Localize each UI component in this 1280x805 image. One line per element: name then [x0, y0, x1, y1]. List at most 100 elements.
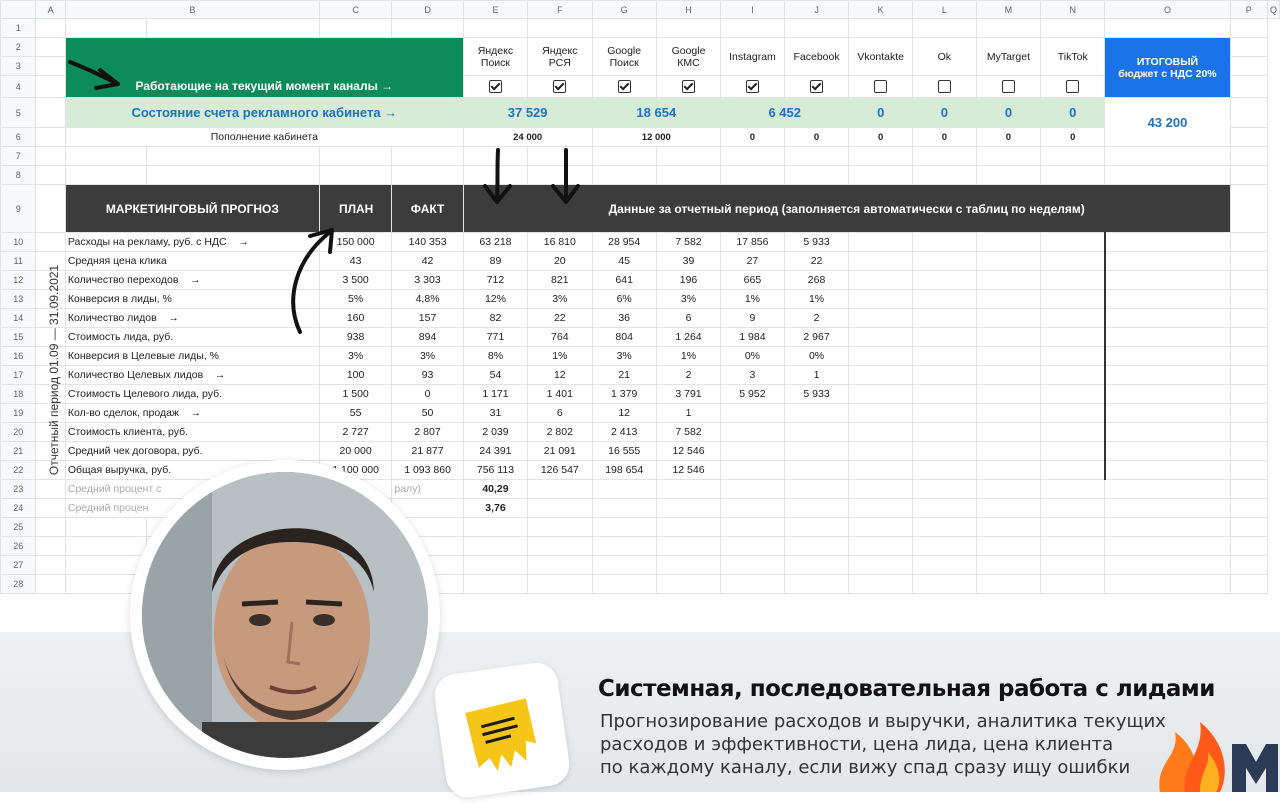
- sheet-cell[interactable]: [720, 498, 785, 518]
- channel-value[interactable]: 17 856: [720, 232, 785, 252]
- plan-value[interactable]: 3 500: [318, 270, 393, 290]
- topup-value[interactable]: 24 000: [462, 127, 593, 147]
- sheet-cell[interactable]: [912, 327, 977, 347]
- channel-value[interactable]: 1 984: [720, 327, 785, 347]
- sheet-cell[interactable]: [975, 165, 1042, 185]
- sheet-cell[interactable]: [146, 146, 320, 166]
- sheet-cell[interactable]: [912, 574, 977, 594]
- channel-value[interactable]: 2 413: [591, 422, 657, 442]
- row-header[interactable]: 13: [0, 289, 37, 309]
- sheet-cell[interactable]: [35, 165, 66, 185]
- row-header[interactable]: 3: [0, 56, 37, 76]
- sheet-cell[interactable]: [975, 289, 1042, 309]
- sheet-cell[interactable]: [64, 146, 148, 166]
- channel-value[interactable]: 12 546: [655, 460, 722, 480]
- channel-value[interactable]: 27: [720, 251, 785, 271]
- sheet-cell[interactable]: [975, 479, 1042, 499]
- channel-value[interactable]: 3 791: [655, 384, 722, 404]
- total-budget-label[interactable]: ИТОГОВЫЙ бюджет с НДС 20%: [1104, 37, 1231, 98]
- channel-value[interactable]: 3%: [527, 289, 593, 309]
- sheet-cell[interactable]: [655, 555, 722, 575]
- row-header[interactable]: 27: [0, 555, 37, 575]
- column-header[interactable]: L: [912, 0, 977, 19]
- topup-value[interactable]: 0: [848, 127, 913, 147]
- sheet-cell[interactable]: [912, 479, 977, 499]
- sheet-cell[interactable]: [591, 574, 657, 594]
- sheet-cell[interactable]: [1040, 422, 1106, 442]
- channel-checkbox[interactable]: [462, 75, 529, 98]
- channel-value[interactable]: 2 802: [527, 422, 593, 442]
- channel-value[interactable]: 804: [591, 327, 657, 347]
- channel-value[interactable]: 0%: [783, 346, 850, 366]
- sheet-cell[interactable]: [1229, 146, 1268, 166]
- sheet-cell[interactable]: [64, 18, 148, 38]
- metric-label[interactable]: Количество Целевых лидов →: [64, 365, 320, 385]
- sheet-cell[interactable]: [848, 251, 913, 271]
- sheet-cell[interactable]: [35, 184, 66, 233]
- sheet-cell[interactable]: [1229, 555, 1268, 575]
- channel-value[interactable]: 63 218: [462, 232, 529, 252]
- sheet-cell[interactable]: [848, 308, 913, 328]
- checkbox-icon[interactable]: [553, 80, 567, 93]
- sheet-cell[interactable]: [35, 536, 66, 556]
- channel-value[interactable]: 771: [462, 327, 529, 347]
- sheet-cell[interactable]: [1040, 232, 1106, 252]
- sheet-cell[interactable]: [720, 18, 785, 38]
- channel-name[interactable]: Яндекс РСЯ: [527, 37, 593, 76]
- plan-value[interactable]: 2 727: [318, 422, 393, 442]
- sheet-cell[interactable]: [1229, 422, 1268, 442]
- topup-value[interactable]: 12 000: [591, 127, 722, 147]
- channel-name[interactable]: Google Поиск: [591, 37, 657, 76]
- sheet-cell[interactable]: [35, 574, 66, 594]
- sheet-cell[interactable]: [848, 441, 913, 461]
- sheet-cell[interactable]: [462, 555, 529, 575]
- sheet-cell[interactable]: [720, 517, 785, 537]
- channel-value[interactable]: 22: [527, 308, 593, 328]
- sheet-cell[interactable]: [1229, 37, 1268, 57]
- plan-value[interactable]: 5%: [318, 289, 393, 309]
- sheet-cell[interactable]: [720, 555, 785, 575]
- topup-value[interactable]: 0: [783, 127, 850, 147]
- sheet-cell[interactable]: [912, 18, 977, 38]
- sheet-cell[interactable]: [1229, 232, 1268, 252]
- column-header[interactable]: N: [1040, 0, 1106, 19]
- sheet-cell[interactable]: [1040, 460, 1106, 480]
- sheet-cell[interactable]: [591, 146, 657, 166]
- sheet-cell[interactable]: [655, 146, 722, 166]
- channel-value[interactable]: 3%: [591, 346, 657, 366]
- sheet-cell[interactable]: [912, 403, 977, 423]
- sheet-cell[interactable]: [1104, 536, 1231, 556]
- channel-value[interactable]: 31: [462, 403, 529, 423]
- sheet-cell[interactable]: [591, 536, 657, 556]
- topup-label[interactable]: Пополнение кабинета: [64, 127, 464, 147]
- channel-value[interactable]: 3: [720, 365, 785, 385]
- row-header[interactable]: 14: [0, 308, 37, 328]
- sheet-cell[interactable]: [655, 536, 722, 556]
- sheet-cell[interactable]: [1104, 165, 1231, 185]
- channel-value[interactable]: 2: [655, 365, 722, 385]
- sheet-cell[interactable]: [1040, 441, 1106, 461]
- sheet-cell[interactable]: [1229, 127, 1268, 147]
- account-value[interactable]: 18 654: [591, 97, 722, 128]
- metric-label[interactable]: Кол-во сделок, продаж →: [64, 403, 320, 423]
- account-value[interactable]: 0: [975, 97, 1042, 128]
- sheet-cell[interactable]: [527, 146, 593, 166]
- plan-value[interactable]: 938: [318, 327, 393, 347]
- fact-value[interactable]: 157: [391, 308, 464, 328]
- sheet-cell[interactable]: [391, 18, 464, 38]
- sheet-cell[interactable]: [975, 403, 1042, 423]
- metric-label[interactable]: Количество переходов →: [64, 270, 320, 290]
- channel-value[interactable]: 196: [655, 270, 722, 290]
- sheet-cell[interactable]: [1040, 308, 1106, 328]
- channel-value[interactable]: 12%: [462, 289, 529, 309]
- row-header[interactable]: 23: [0, 479, 37, 499]
- row-header[interactable]: 25: [0, 517, 37, 537]
- channel-value[interactable]: 54: [462, 365, 529, 385]
- sheet-cell[interactable]: [1040, 536, 1106, 556]
- sheet-cell[interactable]: [848, 165, 913, 185]
- channel-checkbox[interactable]: [1040, 75, 1106, 98]
- channel-name[interactable]: Instagram: [720, 37, 785, 76]
- sheet-cell[interactable]: [912, 460, 977, 480]
- sheet-cell[interactable]: [1104, 146, 1231, 166]
- channel-value[interactable]: 5 933: [783, 384, 850, 404]
